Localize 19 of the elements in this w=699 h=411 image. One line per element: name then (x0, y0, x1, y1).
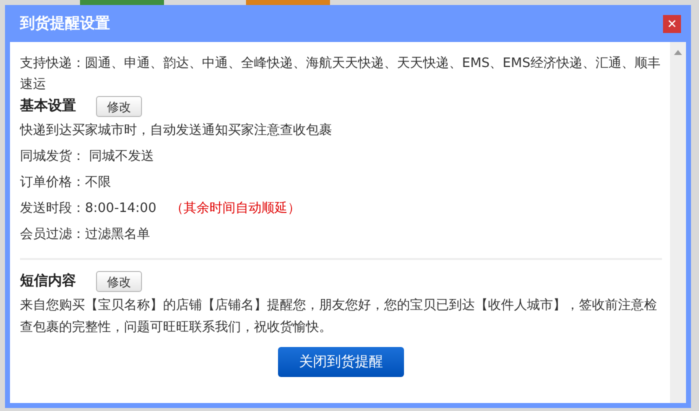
supported-couriers-text: 支持快递：圆通、申通、韵达、中通、全峰快递、海航天天快递、天天快递、EMS、EMS经济快递、汇通、顺丰速运 (20, 55, 662, 94)
tab[interactable] (246, 0, 330, 5)
section-title: 短信内容 (20, 272, 76, 291)
setting-text: 订单价格：不限 (20, 174, 111, 192)
note-text: （其余时间自动顺延） (170, 200, 300, 218)
close-button[interactable]: ✕ (663, 14, 681, 32)
tab[interactable] (80, 0, 164, 5)
edit-button[interactable]: 修改 (96, 96, 142, 117)
setting-text: 发送时段：8:00-14:00 (20, 200, 156, 218)
setting-text: 会员过滤：过滤黑名单 (20, 226, 150, 244)
setting-text: 快递到达买家城市时，自动发送通知买家注意查收包裹 (20, 122, 332, 140)
dialog-title: 到货提醒设置 (20, 13, 110, 34)
close-reminder-button[interactable]: 关闭到货提醒 (278, 347, 404, 377)
edit-button[interactable]: 修改 (96, 271, 142, 292)
scrollbar[interactable] (670, 42, 686, 403)
section-title: 基本设置 (20, 97, 76, 116)
message-text: 来自您购买【宝贝名称】的店铺【店铺名】提醒您，朋友您好，您的宝贝已到达【收件人城市】，签收前注意检查包裹的完整性，问题可旺旺联系我们，祝收货愉快。 (20, 298, 657, 335)
scroll-up-icon[interactable] (674, 50, 682, 55)
setting-text: 同城发货： 同城不发送 (20, 148, 154, 166)
